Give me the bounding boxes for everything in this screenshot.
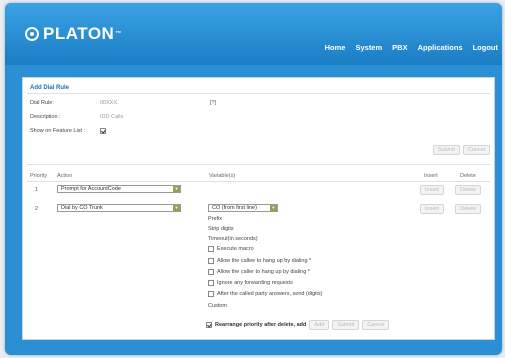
rearrange-checkbox[interactable]: [206, 322, 212, 328]
dropdown-arrow-icon: ▼: [270, 205, 277, 211]
dial-rule-help[interactable]: [?]: [210, 100, 216, 106]
description-row: Description : IDD Calls: [30, 114, 210, 120]
brand-logo[interactable]: PLATON ™: [25, 24, 122, 44]
row1-delete-button[interactable]: Delete: [455, 185, 481, 195]
show-feature-checkbox[interactable]: [100, 128, 106, 134]
top-actions: Submit Cancel: [432, 145, 490, 155]
after-answer-row[interactable]: After the called party answers, send (di…: [208, 291, 322, 297]
show-feature-label: Show on Feature List :: [30, 128, 86, 134]
header-insert: Insert: [424, 173, 438, 179]
allow-caller-row[interactable]: Allow the caller to hang up by dialing *: [208, 269, 310, 275]
bottom-submit-button[interactable]: Submit: [332, 320, 360, 330]
allow-callee-row[interactable]: Allow the callee to hang up by dialing *: [208, 258, 311, 264]
header-variables: Variable(s): [209, 173, 236, 179]
nav-system[interactable]: System: [355, 43, 382, 52]
allow-callee-label: Allow the callee to hang up by dialing *: [217, 258, 312, 264]
custom-label: Custom: [208, 303, 227, 309]
logo-icon: [25, 27, 39, 41]
dropdown-arrow-icon: ▼: [173, 205, 180, 211]
row2-variable-value: CO (from first line): [212, 205, 257, 211]
execute-macro-label: Execute macro: [217, 246, 254, 252]
form-title: Add Dial Rule: [30, 85, 70, 91]
description-label: Description :: [30, 114, 61, 120]
nav-applications[interactable]: Applications: [418, 43, 463, 52]
header-priority: Priority: [30, 173, 48, 179]
bottom-cancel-button[interactable]: Cancel: [362, 320, 390, 330]
timeout-label: Timeout(in seconds): [208, 236, 258, 242]
brand-name: PLATON: [43, 24, 115, 43]
dial-rule-input[interactable]: 00XXX.: [100, 100, 210, 106]
row2-delete-button[interactable]: Delete: [455, 204, 481, 214]
divider: [27, 164, 490, 165]
rearrange-label: Rearrange priority after delete, add: [215, 322, 307, 328]
main-content: Add Dial Rule Dial Rule: 00XXX. [?] Desc…: [22, 77, 495, 340]
allow-caller-checkbox[interactable]: [208, 269, 214, 275]
row2-action-value: Dial by CO Trunk: [61, 205, 103, 211]
main-nav: Home System PBX Applications Logout: [325, 43, 498, 52]
row1-action-select[interactable]: Prompt for AccountCode ▼: [57, 185, 181, 193]
nav-home[interactable]: Home: [325, 43, 346, 52]
strip-label: Strip digits: [208, 226, 234, 232]
header-bar: PLATON ™ Home System PBX Applications Lo…: [5, 3, 502, 65]
dial-rule-row: Dial Rule: 00XXX. [?]: [30, 100, 216, 106]
execute-macro-checkbox[interactable]: [208, 246, 214, 252]
row2-action-select[interactable]: Dial by CO Trunk ▼: [57, 204, 181, 212]
row2-variable-select[interactable]: CO (from first line) ▼: [208, 204, 278, 212]
allow-callee-checkbox[interactable]: [208, 258, 214, 264]
dropdown-arrow-icon: ▼: [173, 186, 180, 192]
description-input[interactable]: IDD Calls: [100, 114, 210, 120]
allow-caller-label: Allow the caller to hang up by dialing *: [217, 269, 310, 275]
row1-action-value: Prompt for AccountCode: [61, 186, 121, 192]
ignore-forwarding-row[interactable]: Ignore any forwarding requests: [208, 280, 293, 286]
after-answer-label: After the called party answers, send (di…: [217, 291, 323, 297]
execute-macro-row[interactable]: Execute macro: [208, 246, 254, 252]
ignore-forwarding-label: Ignore any forwarding requests: [217, 280, 293, 286]
dial-rule-label: Dial Rule:: [30, 100, 54, 106]
trademark: ™: [115, 31, 122, 37]
divider: [27, 93, 490, 94]
header-delete: Delete: [460, 173, 476, 179]
row1-priority: 1: [35, 187, 39, 193]
show-feature-row: Show on Feature List :: [30, 128, 106, 134]
divider: [27, 181, 490, 182]
after-answer-checkbox[interactable]: [208, 291, 214, 297]
row2-priority: 2: [35, 206, 39, 212]
submit-button[interactable]: Submit: [432, 145, 460, 155]
header-action: Action: [57, 173, 73, 179]
nav-pbx[interactable]: PBX: [392, 43, 407, 52]
row1-insert-button[interactable]: Insert: [420, 185, 444, 195]
prefix-label: Prefix: [208, 216, 223, 222]
add-button[interactable]: Add: [309, 320, 330, 330]
row2-insert-button[interactable]: Insert: [420, 204, 444, 214]
cancel-button[interactable]: Cancel: [462, 145, 490, 155]
ignore-forwarding-checkbox[interactable]: [208, 280, 214, 286]
nav-logout[interactable]: Logout: [473, 43, 498, 52]
bottom-actions: Rearrange priority after delete, add Add…: [206, 320, 390, 330]
app-frame: PLATON ™ Home System PBX Applications Lo…: [5, 3, 502, 355]
